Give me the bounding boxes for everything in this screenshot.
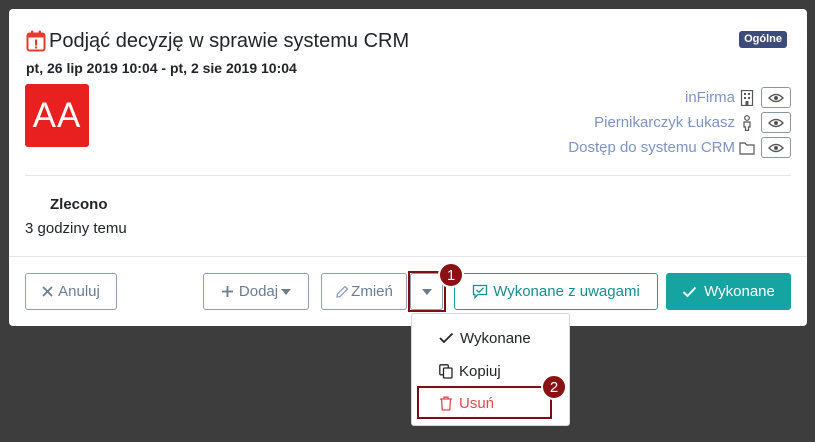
link-row-company: inFirma [491, 85, 791, 110]
status-label: Zlecono [50, 196, 108, 213]
comment-check-icon [473, 284, 488, 299]
avatar: AA [25, 84, 89, 147]
plus-icon [221, 286, 233, 297]
done-with-notes-button[interactable]: Wykonane z uwagami [454, 273, 658, 310]
add-button[interactable]: Dodaj [203, 273, 309, 310]
cancel-button[interactable]: Anuluj [25, 273, 117, 310]
link-project[interactable]: Dostęp do systemu CRM [568, 139, 735, 156]
menu-item-done[interactable]: Wykonane [412, 324, 569, 352]
task-title: Podjąć decyzję w sprawie systemu CRM [49, 29, 410, 52]
view-project-button[interactable] [761, 137, 791, 158]
link-company[interactable]: inFirma [685, 89, 735, 106]
category-badge: Ogólne [739, 31, 787, 48]
add-button-label: Dodaj [238, 283, 279, 300]
link-row-person: Piernikarczyk Łukasz [491, 110, 791, 135]
check-icon [682, 286, 697, 297]
view-company-button[interactable] [761, 87, 791, 108]
annotation-marker-1: 1 [438, 262, 464, 288]
highlight-delete-item [417, 386, 552, 419]
done-button-label: Wykonane [704, 283, 775, 300]
menu-item-copy-label: Kopiuj [459, 362, 501, 380]
menu-item-done-label: Wykonane [460, 329, 531, 347]
caret-down-icon [281, 288, 292, 295]
task-date-range: pt, 26 lip 2019 10:04 - pt, 2 sie 2019 1… [26, 60, 297, 76]
pencil-icon [336, 285, 349, 298]
folder-icon [739, 140, 755, 156]
person-icon [739, 114, 755, 131]
cancel-button-label: Anuluj [58, 283, 100, 300]
eye-icon [768, 143, 784, 152]
done-button[interactable]: Wykonane [666, 273, 791, 310]
edit-button[interactable]: Zmień [321, 273, 407, 310]
related-links: inFirma Piernikarczyk Łukasz Dostęp do s… [491, 85, 791, 160]
check-icon [439, 332, 454, 344]
annotation-marker-2: 2 [541, 374, 567, 400]
calendar-alert-icon [26, 30, 46, 52]
modal-header: Podjąć decyzję w sprawie systemu CRM Ogó… [26, 28, 787, 54]
view-person-button[interactable] [761, 112, 791, 133]
link-person[interactable]: Piernikarczyk Łukasz [594, 114, 735, 131]
section-divider [25, 175, 791, 176]
footer-divider [9, 256, 807, 257]
done-with-notes-label: Wykonane z uwagami [493, 283, 640, 300]
link-row-project: Dostęp do systemu CRM [491, 135, 791, 160]
building-icon [739, 89, 755, 106]
close-icon [42, 286, 53, 297]
status-time-ago: 3 godziny temu [25, 220, 127, 237]
eye-icon [768, 93, 784, 102]
edit-button-label: Zmień [351, 283, 393, 300]
copy-icon [439, 363, 453, 379]
eye-icon [768, 118, 784, 127]
